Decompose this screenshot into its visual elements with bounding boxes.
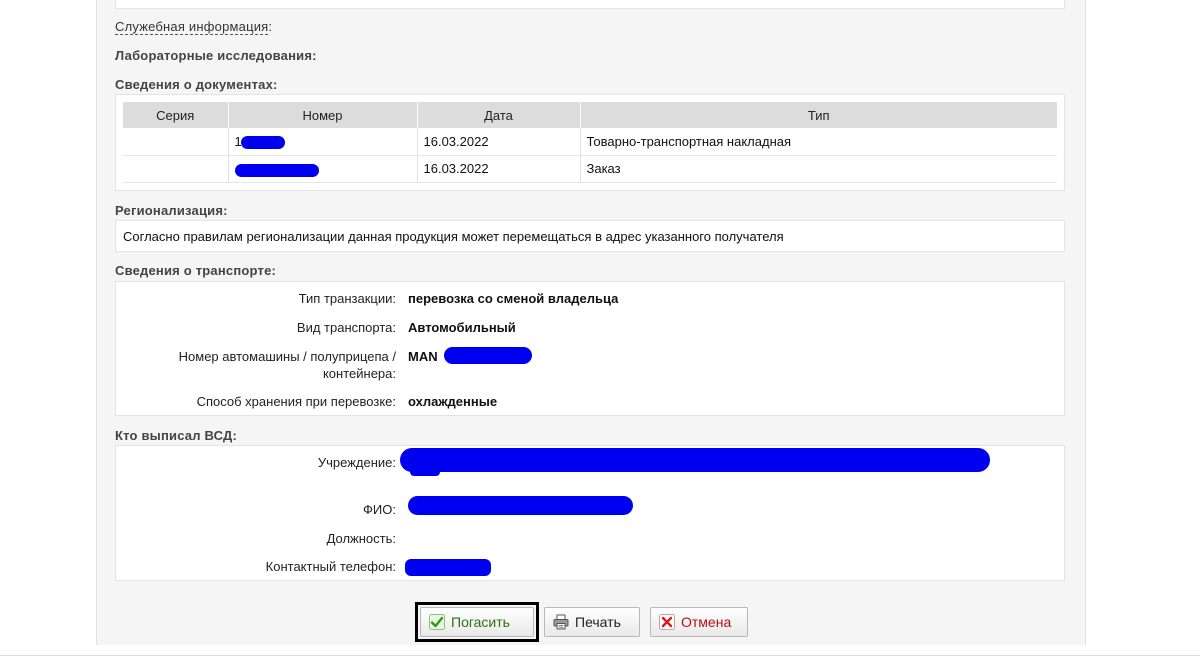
printer-icon — [553, 614, 569, 630]
lab-research-heading: Лабораторные исследования: — [115, 48, 317, 63]
close-icon — [659, 614, 675, 630]
table-row: 1 16.03.2022 Товарно-транспортная наклад… — [123, 128, 1057, 156]
issuer-heading: Кто выписал ВСД: — [115, 428, 238, 443]
transaction-type-label: Тип транзакции: — [298, 291, 396, 306]
col-date: Дата — [417, 102, 581, 128]
transport-heading: Сведения о транспорте: — [115, 263, 277, 278]
col-number: Номер — [228, 102, 418, 128]
documents-heading: Сведения о документах: — [115, 77, 278, 92]
redaction-mark — [405, 559, 491, 576]
redaction-mark — [408, 496, 633, 515]
redaction-mark — [444, 347, 532, 364]
print-button-label: Печать — [575, 614, 621, 630]
transport-box: Тип транзакции: перевозка со сменой влад… — [115, 281, 1065, 416]
redaction-mark — [234, 163, 319, 177]
print-button[interactable]: Печать — [544, 607, 640, 637]
vehicle-type-value: Автомобильный — [408, 320, 516, 335]
documents-table: Серия Номер Дата Тип 1 16.03.2022 Товарн… — [123, 102, 1057, 183]
cell-number: 1 — [228, 128, 418, 156]
full-name-label: ФИО: — [363, 502, 396, 517]
redaction-mark — [410, 468, 440, 476]
table-row: 16.03.2022 Заказ — [123, 155, 1057, 183]
cell-type: Товарно-транспортная накладная — [580, 128, 1057, 156]
phone-label: Контактный телефон: — [265, 559, 396, 574]
cell-series — [123, 128, 229, 156]
issuer-box: Учреждение: ФИО: Должность: Контактный т… — [115, 445, 1065, 581]
page-bottom-divider — [0, 655, 1200, 656]
vehicle-number-label-line2: контейнера: — [322, 366, 396, 381]
redaction-mark — [240, 136, 285, 149]
documents-box: Серия Номер Дата Тип 1 16.03.2022 Товарн… — [115, 94, 1065, 191]
cell-series — [123, 155, 229, 183]
vehicle-number-value: MAN — [408, 349, 438, 364]
checkmark-icon — [429, 614, 445, 630]
service-info-toggle[interactable]: Служебная информация: — [115, 19, 273, 35]
cell-type: Заказ — [580, 155, 1057, 183]
vehicle-number-label: Номер автомашины / полуприцепа / контейн… — [116, 348, 396, 382]
storage-method-label: Способ хранения при перевозке: — [196, 394, 396, 409]
regionalization-heading: Регионализация: — [115, 203, 228, 218]
repay-button-label: Погасить — [451, 614, 510, 630]
redaction-mark — [400, 448, 990, 472]
vehicle-type-label: Вид транспорта: — [296, 320, 396, 335]
documents-table-header: Серия Номер Дата Тип — [123, 102, 1057, 128]
regionalization-text: Согласно правилам регионализации данная … — [123, 229, 784, 244]
regionalization-box: Согласно правилам регионализации данная … — [115, 220, 1065, 252]
previous-section-box — [115, 0, 1065, 9]
col-series: Серия — [123, 102, 229, 128]
vehicle-number-label-line1: Номер автомашины / полуприцепа / — [178, 349, 396, 364]
service-info-link[interactable]: Служебная информация — [115, 19, 269, 35]
cell-date: 16.03.2022 — [417, 155, 581, 183]
cancel-button[interactable]: Отмена — [650, 607, 748, 637]
service-info-colon: : — [268, 19, 273, 34]
col-type: Тип — [580, 102, 1057, 128]
storage-method-value: охлажденные — [408, 394, 498, 409]
transaction-type-value: перевозка со сменой владельца — [408, 291, 619, 306]
cell-date: 16.03.2022 — [417, 128, 581, 156]
institution-label: Учреждение: — [317, 455, 396, 470]
position-label: Должность: — [326, 531, 396, 546]
cell-number — [228, 155, 418, 183]
repay-button[interactable]: Погасить — [420, 607, 534, 637]
cancel-button-label: Отмена — [681, 614, 732, 630]
